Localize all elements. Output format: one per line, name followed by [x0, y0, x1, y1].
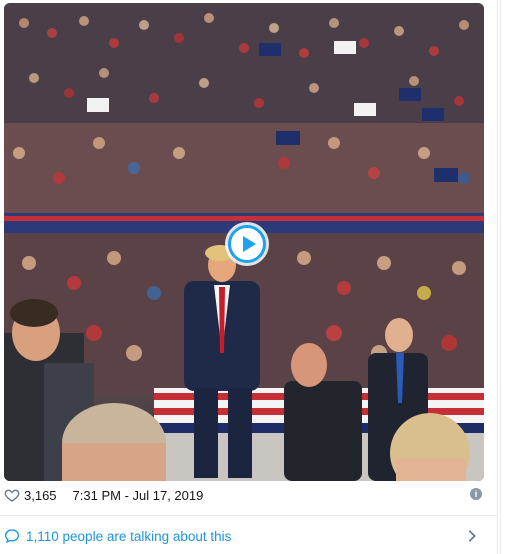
tweet-stats-row: 3,165 7:31 PM - Jul 17, 2019 i — [4, 485, 484, 505]
conversation-label[interactable]: 1,110 people are talking about this — [26, 529, 231, 544]
video-thumbnail[interactable] — [4, 3, 484, 481]
chat-bubble-icon — [4, 529, 20, 544]
play-button[interactable] — [228, 225, 266, 263]
page-edge — [500, 0, 501, 554]
heart-icon[interactable] — [4, 487, 20, 503]
divider — [0, 515, 497, 516]
like-count[interactable]: 3,165 — [24, 488, 57, 503]
tweet-timestamp[interactable]: 7:31 PM - Jul 17, 2019 — [73, 488, 204, 503]
play-icon — [242, 236, 256, 252]
chevron-right-icon[interactable] — [464, 528, 480, 544]
info-icon[interactable]: i — [470, 488, 482, 500]
conversation-link[interactable]: 1,110 people are talking about this — [4, 526, 484, 546]
tweet-card: 3,165 7:31 PM - Jul 17, 2019 i 1,110 peo… — [0, 0, 498, 554]
